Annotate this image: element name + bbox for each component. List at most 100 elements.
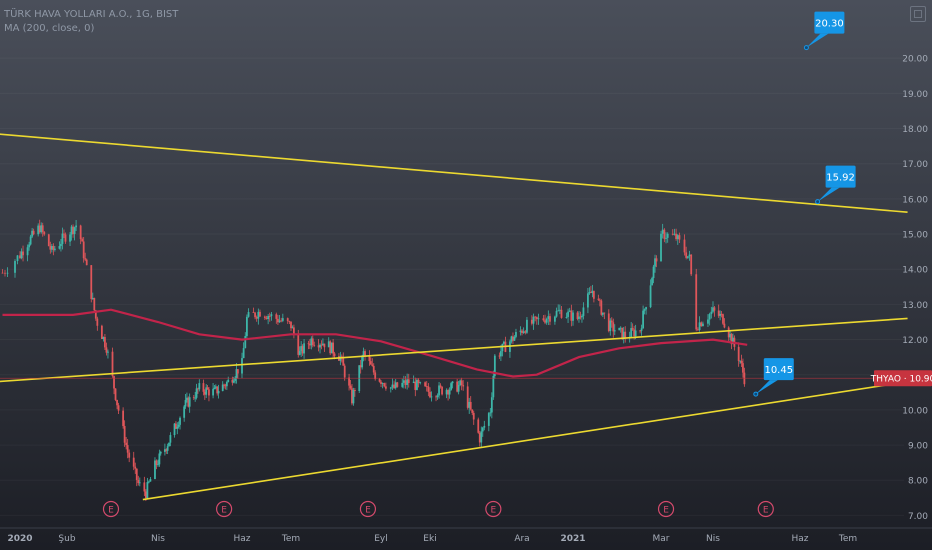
candle-body xyxy=(311,338,314,345)
candle-body xyxy=(84,258,87,260)
candle-body xyxy=(438,385,440,396)
indicator-label[interactable]: MA (200, close, 0) xyxy=(4,22,178,36)
candle-body xyxy=(255,317,258,319)
time-tick-label: 2020 xyxy=(7,534,32,544)
candle-body xyxy=(14,261,16,273)
candle-body xyxy=(1,272,4,274)
candle-body xyxy=(195,388,198,398)
time-tick-label: Nis xyxy=(706,534,720,544)
candle-body xyxy=(194,397,197,399)
candle-body xyxy=(567,311,569,317)
candle-body xyxy=(114,388,117,400)
candle-body xyxy=(4,272,6,274)
fullscreen-icon[interactable] xyxy=(910,6,926,22)
candle-body xyxy=(698,322,701,330)
candle-body xyxy=(32,230,35,235)
candle-body xyxy=(6,272,9,274)
candle-body xyxy=(267,316,270,319)
candle-body xyxy=(424,382,426,387)
candle-body xyxy=(416,379,418,390)
candle-body xyxy=(414,381,417,390)
candle-body xyxy=(524,331,527,333)
earnings-event-label: E xyxy=(663,506,669,516)
candle-body xyxy=(206,387,209,390)
price-chart[interactable]: E E E E E E 20.30 15.92 10.45 7.00 8.00 9.00 10.00… xyxy=(0,0,932,550)
candle-body xyxy=(158,453,161,465)
candle-body xyxy=(487,413,490,426)
candle-body xyxy=(587,293,589,308)
candle-body xyxy=(427,386,430,392)
candle-body xyxy=(223,384,225,386)
candle-body xyxy=(407,379,410,384)
candle-body xyxy=(686,256,689,258)
candle-body xyxy=(457,385,460,392)
candle-body xyxy=(532,316,535,324)
candle-body xyxy=(323,343,326,348)
candle-body xyxy=(208,389,210,396)
candle-body xyxy=(221,384,224,392)
chart-area[interactable]: E E E E E E 20.30 15.92 10.45 7.00 8.00 9.00 10.00… xyxy=(0,0,932,550)
candle-body xyxy=(349,385,352,389)
candle-body xyxy=(489,412,492,414)
candle-body xyxy=(675,233,677,239)
candle-body xyxy=(592,290,595,299)
candle-body xyxy=(353,389,356,391)
candle-body xyxy=(254,312,256,318)
candle-body xyxy=(371,364,374,366)
candle-body xyxy=(198,383,201,390)
candle-body xyxy=(288,321,291,322)
candle-body xyxy=(742,363,744,373)
candle-body xyxy=(232,380,235,383)
candle-body xyxy=(298,351,301,355)
callout-anchor-point xyxy=(815,199,821,205)
candle-body xyxy=(168,442,170,447)
candle-body xyxy=(419,382,422,384)
candle-body xyxy=(554,316,556,322)
candle-body xyxy=(439,385,442,387)
symbol-title[interactable]: TÜRK HAVA YOLLARI A.O., 1G, BIST xyxy=(4,8,178,22)
time-tick-label: Ara xyxy=(514,534,529,544)
price-tick-label: 9.00 xyxy=(908,442,928,452)
candle-body xyxy=(281,318,284,321)
candle-body xyxy=(651,278,653,286)
candle-body xyxy=(560,309,563,318)
candle-body xyxy=(28,244,30,248)
candle-body xyxy=(530,319,533,324)
candle-body xyxy=(389,387,392,389)
candle-body xyxy=(441,386,443,395)
candle-body xyxy=(246,316,248,337)
candle-body xyxy=(612,322,615,332)
earnings-event-label: E xyxy=(221,506,227,516)
time-tick-label: Tem xyxy=(281,534,300,544)
candle-body xyxy=(252,312,255,313)
candle-body xyxy=(155,460,158,465)
candle-body xyxy=(286,318,289,322)
candle-body xyxy=(451,381,454,384)
candle-body xyxy=(134,466,137,469)
price-tick-label: 17.00 xyxy=(902,160,928,170)
candle-body xyxy=(117,405,120,411)
candle-body xyxy=(41,225,44,232)
candle-body xyxy=(364,351,366,356)
callout-label: 15.92 xyxy=(826,173,855,184)
candle-body xyxy=(257,311,260,319)
candle-body xyxy=(406,379,409,385)
candle-body xyxy=(135,468,138,480)
candle-body xyxy=(116,399,118,406)
candle-body xyxy=(85,259,88,266)
candle-body xyxy=(149,479,152,482)
callout-anchor-point xyxy=(803,45,809,51)
candle-body xyxy=(361,356,364,368)
candle-body xyxy=(469,401,472,410)
candle-body xyxy=(430,396,433,398)
candle-body xyxy=(107,351,109,353)
candle-body xyxy=(707,319,709,324)
candle-body xyxy=(259,311,261,317)
time-tick-label: Eki xyxy=(423,534,436,544)
candle-body xyxy=(597,298,600,300)
candle-body xyxy=(643,309,646,311)
candle-body xyxy=(128,452,131,458)
candle-body xyxy=(513,336,516,341)
candle-body xyxy=(640,328,643,331)
earnings-event-label: E xyxy=(763,506,769,516)
